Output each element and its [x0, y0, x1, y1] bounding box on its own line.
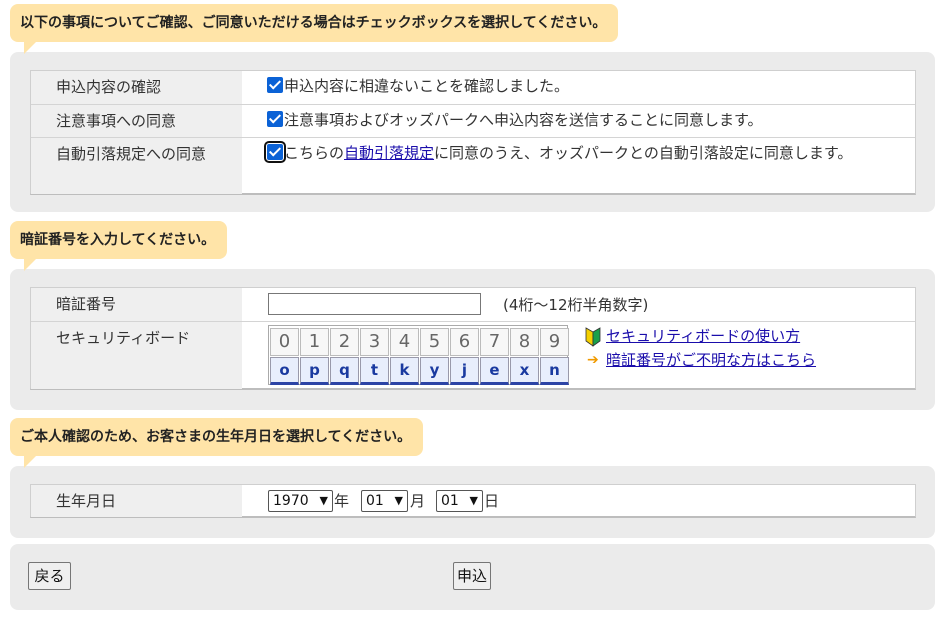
- letter-key[interactable]: t: [360, 357, 389, 385]
- row-text: 注意事項およびオッズパークへ申込内容を送信することに同意します。: [284, 111, 763, 129]
- letter-key[interactable]: e: [480, 357, 509, 385]
- digit-key[interactable]: 6: [450, 328, 479, 356]
- chevron-down-icon: ▼: [394, 494, 403, 507]
- row-label: セキュリティボード: [56, 329, 191, 347]
- row-label: 申込内容の確認: [56, 78, 162, 96]
- agree-auto-debit-checkbox[interactable]: [264, 141, 286, 163]
- security-board-help-link[interactable]: セキュリティボードの使い方: [606, 325, 800, 347]
- submit-button[interactable]: 申込: [453, 562, 491, 590]
- confirm-table: 申込内容の確認 申込内容に相違ないことを確認しました。 注意事項への同意 注意事…: [30, 70, 916, 195]
- row-label: 暗証番号: [56, 295, 117, 313]
- beginner-mark-icon: [584, 327, 602, 347]
- table-row: 自動引落規定への同意 こちらの自動引落規定に同意のうえ、オッズパークとの自動引落…: [31, 137, 915, 194]
- chevron-down-icon: ▼: [319, 494, 328, 507]
- forgot-pin-link[interactable]: 暗証番号がご不明な方はこちら: [606, 349, 816, 371]
- pin-input[interactable]: [268, 293, 481, 315]
- digit-key[interactable]: 0: [270, 328, 299, 356]
- section-heading-confirm: 以下の事項についてご確認、ご同意いただける場合はチェックボックスを選択してくださ…: [10, 4, 619, 54]
- pin-hint: (4桁～12桁半角数字): [503, 296, 649, 314]
- birth-year-select[interactable]: 1970 ▼: [268, 490, 333, 512]
- table-row: 申込内容の確認 申込内容に相違ないことを確認しました。: [31, 71, 915, 104]
- table-row: 暗証番号 (4桁～12桁半角数字): [31, 288, 915, 321]
- digit-key[interactable]: 1: [300, 328, 329, 356]
- security-board: 0 1 2 3 4 5 6 7 8 9 o p q t k y j e x n: [268, 325, 569, 385]
- section-heading-pin: 暗証番号を入力してください。: [10, 221, 228, 271]
- birth-day-select[interactable]: 01 ▼: [436, 490, 483, 512]
- row-label: 自動引落規定への同意: [56, 145, 207, 163]
- table-row: 生年月日 1970 ▼ 年 01 ▼ 月 01 ▼ 日: [31, 485, 915, 517]
- birthdate-table: 生年月日 1970 ▼ 年 01 ▼ 月 01 ▼ 日: [30, 484, 916, 518]
- letter-key[interactable]: x: [510, 357, 539, 385]
- digit-key[interactable]: 7: [480, 328, 509, 356]
- digit-key[interactable]: 5: [420, 328, 449, 356]
- letter-key[interactable]: q: [330, 357, 359, 385]
- letter-key[interactable]: k: [390, 357, 419, 385]
- letter-key[interactable]: y: [420, 357, 449, 385]
- digit-key[interactable]: 4: [390, 328, 419, 356]
- digit-key[interactable]: 3: [360, 328, 389, 356]
- row-text: 申込内容に相違ないことを確認しました。: [284, 77, 570, 95]
- digit-key[interactable]: 8: [510, 328, 539, 356]
- back-button[interactable]: 戻る: [28, 562, 71, 590]
- row-label: 注意事項への同意: [56, 112, 177, 130]
- letter-key[interactable]: p: [300, 357, 329, 385]
- pin-table: 暗証番号 (4桁～12桁半角数字) セキュリティボード 0 1 2 3 4 5 …: [30, 287, 916, 390]
- auto-debit-terms-link[interactable]: 自動引落規定: [344, 144, 434, 162]
- chevron-down-icon: ▼: [469, 494, 478, 507]
- letter-key[interactable]: n: [540, 357, 569, 385]
- birth-month-select[interactable]: 01 ▼: [361, 490, 408, 512]
- table-row: セキュリティボード 0 1 2 3 4 5 6 7 8 9 o p q t k …: [31, 321, 915, 389]
- arrow-right-icon: ➔: [587, 352, 599, 368]
- confirm-content-checkbox[interactable]: [267, 77, 283, 93]
- section-heading-birthdate: ご本人確認のため、お客さまの生年月日を選択してください。: [10, 418, 424, 468]
- agree-notes-checkbox[interactable]: [267, 111, 283, 127]
- row-label: 生年月日: [56, 492, 117, 510]
- digit-key[interactable]: 9: [540, 328, 569, 356]
- table-row: 注意事項への同意 注意事項およびオッズパークへ申込内容を送信することに同意します…: [31, 104, 915, 137]
- digit-key[interactable]: 2: [330, 328, 359, 356]
- letter-key[interactable]: j: [450, 357, 479, 385]
- letter-key[interactable]: o: [270, 357, 299, 385]
